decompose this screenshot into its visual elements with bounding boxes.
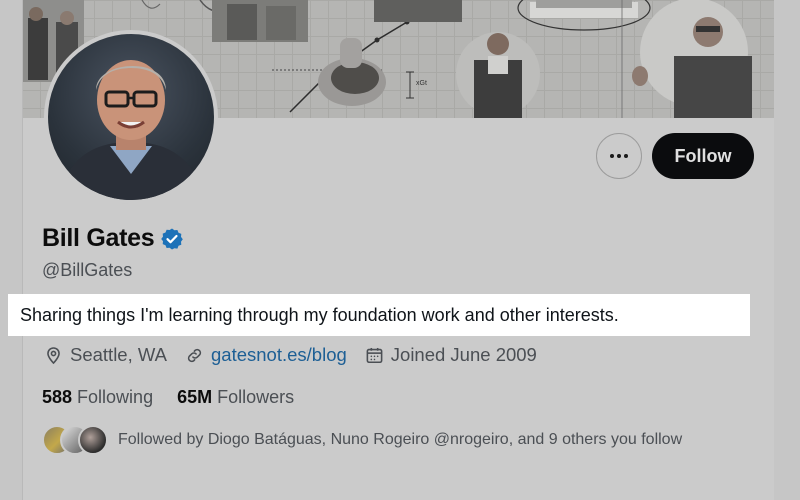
followed-by-text: Followed by Diogo Batáguas, Nuno Rogeiro…: [118, 431, 683, 448]
follow-button[interactable]: Follow: [652, 133, 754, 179]
joined-item: Joined June 2009: [365, 344, 537, 366]
following-count-link[interactable]: 588 Following: [42, 387, 153, 408]
more-options-button[interactable]: [596, 133, 642, 179]
profile-meta: Seattle, WA gatesnot.es/blog Joined June: [44, 344, 555, 366]
page-margin-right: [774, 0, 800, 500]
more-options-icon: [610, 154, 614, 158]
followers-label: Followers: [217, 387, 295, 407]
page-margin-left: [0, 0, 22, 500]
followers-count: 65M: [177, 387, 213, 407]
location-text: Seattle, WA: [70, 344, 167, 365]
profile-avatar[interactable]: [44, 30, 218, 204]
profile-handle: @BillGates: [42, 260, 133, 280]
follow-counts: 588 Following 65M Followers: [42, 387, 318, 408]
display-name: Bill Gates: [42, 224, 155, 252]
more-options-dot: [624, 154, 628, 158]
more-options-dot: [617, 154, 621, 158]
location-pin-icon: [47, 346, 60, 364]
avatar-portrait: [58, 60, 204, 200]
following-label: Following: [77, 387, 154, 407]
website-item: gatesnot.es/blog: [185, 344, 347, 366]
verified-badge-icon[interactable]: [160, 227, 184, 251]
mutual-avatar: [78, 425, 108, 455]
location-item: Seattle, WA: [44, 344, 167, 366]
followed-by-row[interactable]: Followed by Diogo Batáguas, Nuno Rogeiro…: [42, 425, 682, 455]
profile-name-row: Bill Gates: [42, 224, 184, 253]
link-icon: [187, 348, 202, 362]
banner-photo-machinery: [374, 0, 462, 22]
joined-text: Joined June 2009: [390, 344, 537, 365]
mutual-avatars: [42, 425, 108, 455]
followers-count-link[interactable]: 65M Followers: [177, 387, 294, 408]
profile-left-border: [22, 0, 23, 500]
calendar-icon: [366, 347, 383, 363]
following-count: 588: [42, 387, 73, 407]
banner-annotation: xGt: [416, 80, 427, 87]
profile-column: xGt Follow Bill Gates @BillGates Seattle…: [22, 0, 774, 500]
website-link[interactable]: gatesnot.es/blog: [211, 344, 347, 366]
profile-bio: Sharing things I'm learning through my f…: [8, 294, 750, 336]
